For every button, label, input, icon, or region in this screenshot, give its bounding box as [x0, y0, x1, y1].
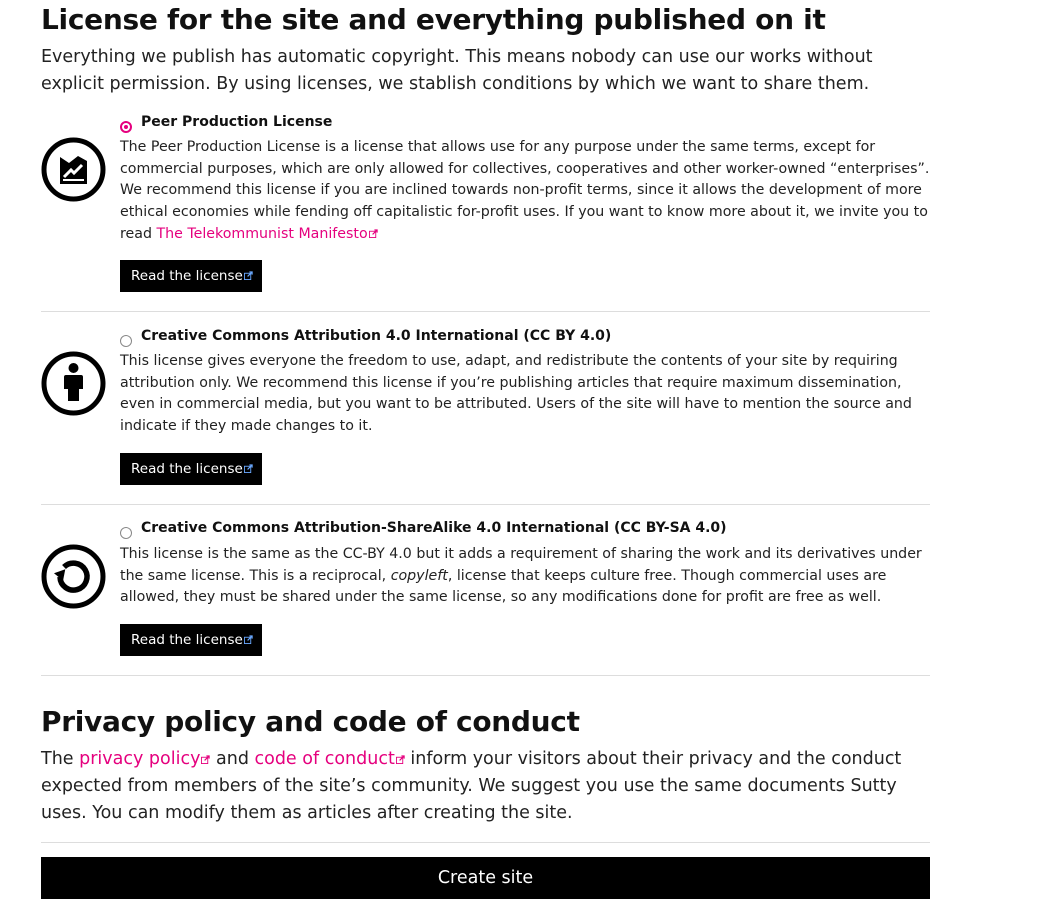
divider — [41, 311, 930, 312]
license-section-title: License for the site and everything publ… — [41, 3, 826, 36]
privacy-policy-link[interactable]: privacy policy — [79, 749, 211, 769]
license-name: Creative Commons Attribution 4.0 Interna… — [141, 328, 612, 344]
create-site-button[interactable]: Create site — [41, 857, 930, 899]
license-description: This license is the same as the CC-BY 4.… — [120, 546, 922, 606]
divider — [41, 675, 930, 676]
license-description: This license gives everyone the freedom … — [120, 353, 912, 435]
cc-attribution-icon — [41, 351, 106, 416]
privacy-section-title: Privacy policy and code of conduct — [41, 705, 580, 738]
divider — [41, 842, 930, 843]
license-description: The Peer Production License is a license… — [120, 139, 930, 242]
code-of-conduct-link[interactable]: code of conduct — [255, 749, 405, 769]
telekommunist-manifesto-link[interactable]: The Telekommunist Manifesto — [156, 226, 378, 242]
license-radio-cc-by[interactable] — [120, 335, 132, 347]
external-link-icon — [243, 635, 253, 644]
divider — [41, 504, 930, 505]
license-section-lead: Everything we publish has automatic copy… — [41, 47, 873, 94]
peer-production-icon — [41, 137, 106, 202]
external-link-icon — [243, 464, 253, 473]
license-name: Creative Commons Attribution-ShareAlike … — [141, 520, 727, 536]
external-link-icon — [368, 229, 378, 238]
external-link-icon — [395, 755, 405, 764]
external-link-icon — [243, 271, 253, 280]
license-radio-peer-production[interactable] — [120, 121, 132, 133]
read-license-button[interactable]: Read the license — [120, 453, 262, 485]
license-name: Peer Production License — [141, 114, 333, 130]
read-license-button[interactable]: Read the license — [120, 260, 262, 292]
privacy-section-text: The privacy policy and code of conduct i… — [41, 749, 902, 823]
license-radio-cc-by-sa[interactable] — [120, 527, 132, 539]
read-license-button[interactable]: Read the license — [120, 624, 262, 656]
cc-sharealike-icon — [41, 544, 106, 609]
